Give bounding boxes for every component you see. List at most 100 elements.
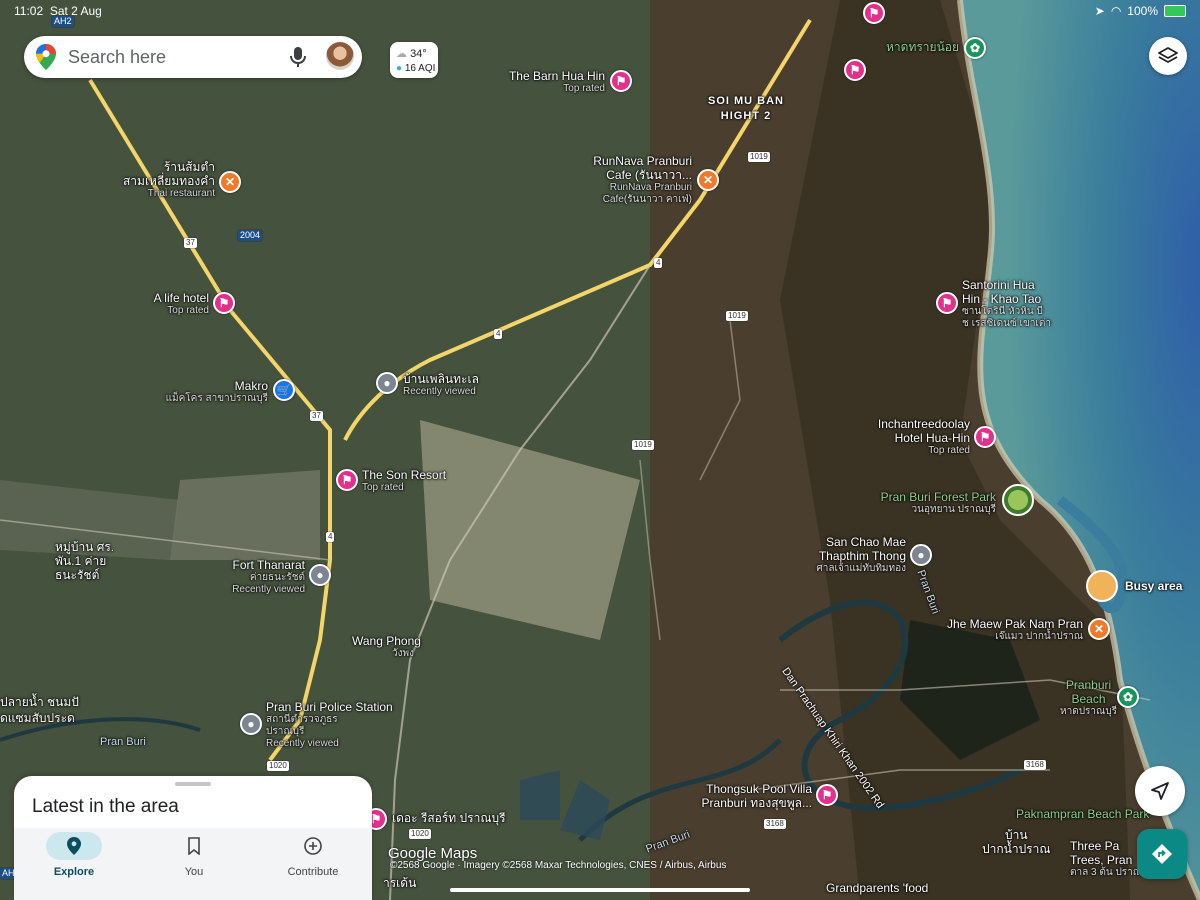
poi-forest-park[interactable]: Pran Buri Forest Park วนอุทยาน ปราณบุรี (860, 490, 996, 516)
bottom-sheet[interactable]: Latest in the area Explore You Contribut… (14, 776, 372, 900)
poi-son-resort[interactable]: The Son Resort Top rated (362, 468, 446, 494)
recent-pin[interactable]: ● (376, 372, 398, 394)
cloud-icon: ☁ (396, 48, 407, 60)
aqi-dot-icon: ● (396, 63, 403, 74)
area-label-ban-pak: บ้าน ปากน้ำปราณ (982, 828, 1051, 856)
google-maps-logo-icon (36, 44, 56, 70)
tab-you[interactable]: You (144, 828, 244, 900)
hotel-pin[interactable]: ⚑ (844, 59, 866, 81)
poi-police[interactable]: Pran Buri Police Station สถานีตำรวจภูธร ป… (266, 700, 393, 750)
hotel-pin[interactable]: ⚑ (336, 469, 358, 491)
poi-a-life[interactable]: A life hotel Top rated (110, 291, 209, 317)
poi-thai-restaurant[interactable]: ร้านส้มตำ สามเหลี่ยมทองคำ Thai restaurant (100, 160, 215, 200)
restaurant-pin[interactable]: ✕ (219, 171, 241, 193)
my-location-button[interactable] (1135, 766, 1185, 816)
hotel-pin[interactable]: ⚑ (610, 70, 632, 92)
tab-contribute[interactable]: Contribute (263, 828, 363, 900)
poi-barn[interactable]: The Barn Hua Hin Top rated (500, 69, 605, 95)
park-pin[interactable]: ✿ (964, 37, 986, 59)
recent-pin[interactable]: ● (309, 564, 331, 586)
river-label-1: Pran Buri (100, 736, 146, 748)
avatar[interactable] (326, 42, 354, 70)
park-pin[interactable]: ✿ (1117, 686, 1139, 708)
park-photo-marker[interactable] (1002, 484, 1034, 516)
poi-ban-ploen[interactable]: บ้านเพลินทะเล Recently viewed (403, 372, 479, 398)
navigation-arrow-icon (1151, 782, 1169, 800)
road-shield: 37 (310, 411, 323, 421)
satellite-map[interactable]: SOI MU BAN HIGHT 2 หมู่บ้าน ศร. พัน.1 ค่… (0, 0, 1200, 900)
layers-button[interactable] (1149, 37, 1187, 75)
microphone-icon[interactable] (288, 46, 308, 68)
hotel-pin[interactable]: ⚑ (213, 292, 235, 314)
weather-chip[interactable]: ☁ 34° ● 16 AQI (390, 42, 438, 78)
status-bar: 11:02 Sat 2 Aug ➤ ◠ 100% (0, 0, 1200, 20)
road-shield: 1020 (409, 829, 431, 839)
road-shield: 37 (184, 238, 197, 248)
poi-pranburi-beach[interactable]: Pranburi Beach หาดปราณบุรี (1060, 678, 1117, 718)
area-label-soi: SOI MU BAN HIGHT 2 (708, 95, 784, 122)
road-shield: 4 (326, 532, 335, 542)
map-imagery[interactable] (0, 0, 1200, 900)
poi-the-resort[interactable]: เดอะ รีสอร์ท ปราณบุรี (392, 811, 506, 825)
location-arrow-icon: ➤ (1094, 4, 1105, 18)
shopping-pin[interactable]: 🛒 (273, 379, 295, 401)
road-shield: 3168 (1024, 760, 1046, 770)
police-pin[interactable]: ● (240, 713, 262, 735)
search-bar[interactable] (24, 36, 362, 78)
area-label-village: หมู่บ้าน ศร. พัน.1 ค่าย ธนะรัชต์ (55, 540, 115, 582)
poi-inchantree[interactable]: Inchantreedoolay Hotel Hua-Hin Top rated (850, 417, 970, 457)
poi-makro[interactable]: Makro แม็คโคร สาขาปราณบุรี (150, 379, 268, 405)
shrine-pin[interactable]: ● (910, 544, 932, 566)
poi-busy[interactable]: Busy area (1125, 579, 1182, 593)
poi-jhe-maew[interactable]: Jhe Maew Pak Nam Pran เจ๊แมว ปากน้ำปราณ (930, 617, 1083, 643)
restaurant-pin[interactable]: ✕ (697, 169, 719, 191)
poi-san-chao[interactable]: San Chao Mae Thapthim Thong ศาลเจ้าแม่ทับ… (780, 535, 906, 575)
road-shield: 4 (494, 329, 503, 339)
hotel-pin[interactable]: ⚑ (974, 426, 996, 448)
wifi-icon: ◠ (1110, 4, 1122, 18)
weather-aqi: ● 16 AQI (396, 63, 436, 74)
poi-fort[interactable]: Fort Thanarat ค่ายธนะรัชต์ Recently viewe… (200, 558, 305, 596)
poi-hat-sai[interactable]: หาดทรายน้อย (886, 40, 959, 54)
status-right: ➤ ◠ 100% (1095, 4, 1186, 18)
hotel-pin[interactable]: ⚑ (816, 784, 838, 806)
road-shield: 1020 (267, 761, 289, 771)
tab-you-label: You (184, 866, 204, 878)
explore-pin-icon (46, 832, 102, 860)
poi-grandparents[interactable]: Grandparents 'food (826, 881, 928, 895)
tab-contribute-label: Contribute (287, 866, 339, 878)
road-shield: 1019 (726, 311, 748, 321)
imagery-attribution[interactable]: ©2568 Google · Imagery ©2568 Maxar Techn… (390, 860, 726, 871)
area-label-wang-phong: Wang Phong วังพง (352, 634, 421, 659)
road-shield: 1019 (632, 440, 654, 450)
bottom-navigation: Explore You Contribute (14, 828, 372, 900)
status-time: 11:02 Sat 2 Aug (14, 4, 102, 18)
tab-explore[interactable]: Explore (24, 828, 124, 900)
poi-runnava[interactable]: RunNava Pranburi Cafe (รันนาวา... RunNava… (560, 154, 692, 206)
sheet-title: Latest in the area (32, 796, 179, 817)
home-indicator[interactable] (450, 888, 750, 892)
road-shield: 2004 (238, 230, 263, 241)
layers-icon (1158, 47, 1178, 63)
poi-santorini[interactable]: Santorini Hua Hin - Khao Tao ซานโตรินี หั… (962, 278, 1051, 330)
road-shield: 3168 (764, 819, 786, 829)
directions-icon (1152, 844, 1172, 864)
road-shield: 4 (654, 258, 663, 268)
directions-button[interactable] (1137, 829, 1187, 879)
battery-percent: 100% (1127, 4, 1158, 18)
restaurant-pin[interactable]: ✕ (1088, 618, 1110, 640)
busy-area-icon[interactable] (1086, 570, 1118, 602)
battery-icon (1164, 5, 1186, 17)
bookmark-icon (166, 832, 222, 860)
poi-pak-beach[interactable]: Paknampran Beach Park (1016, 807, 1149, 821)
add-circle-icon (285, 832, 341, 860)
sheet-drag-handle[interactable] (175, 782, 211, 786)
tab-explore-label: Explore (53, 866, 95, 878)
poi-three-palm[interactable]: Three Pa Trees, Pran ตาล 3 ต้น ปราณ (1070, 839, 1142, 879)
road-shield: 1019 (748, 152, 770, 162)
poi-bottom-left[interactable]: ารเด้น (383, 876, 416, 890)
hotel-pin[interactable]: ⚑ (936, 292, 958, 314)
poi-thongsuk[interactable]: Thongsuk Pool Villa Pranburi ทองสุขพูล..… (690, 782, 812, 810)
weather-temp: ☁ 34° (396, 48, 427, 60)
search-input[interactable] (66, 45, 270, 69)
